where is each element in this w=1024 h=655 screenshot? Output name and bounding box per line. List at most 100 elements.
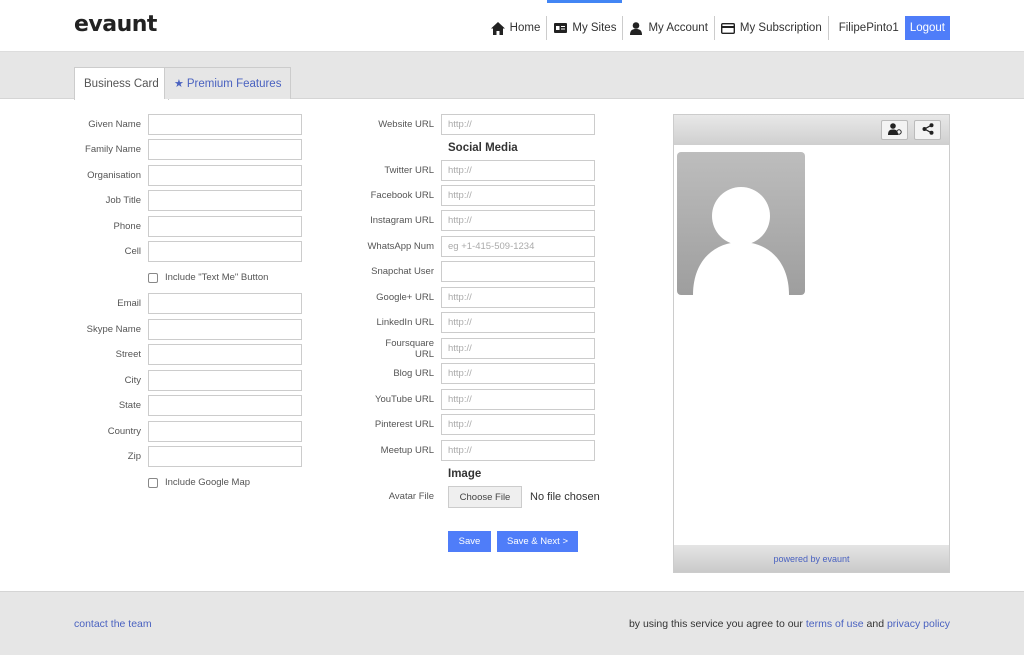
website-row: Website URL http://: [364, 114, 595, 135]
save-button[interactable]: Save: [448, 531, 491, 552]
phone-input[interactable]: [148, 216, 302, 237]
youtube-input[interactable]: http://: [441, 389, 595, 410]
no-file-chosen-text: No file chosen: [530, 491, 600, 503]
zip-row: Zip: [74, 446, 302, 467]
blog-label: Blog URL: [393, 368, 434, 379]
tab-premium-label: Premium Features: [186, 77, 282, 90]
snapchat-input[interactable]: [441, 261, 595, 282]
organisation-input[interactable]: [148, 165, 302, 186]
pinterest-input[interactable]: http://: [441, 414, 595, 435]
family-name-input[interactable]: [148, 139, 302, 160]
snapchat-row: Snapchat User: [364, 261, 595, 282]
blog-input[interactable]: http://: [441, 363, 595, 384]
phone-row: Phone: [74, 216, 302, 237]
terms-of-use-link[interactable]: terms of use: [806, 618, 864, 630]
zip-input[interactable]: [148, 446, 302, 467]
given-name-input[interactable]: [148, 114, 302, 135]
snapchat-label: Snapchat User: [371, 266, 434, 277]
meetup-label: Meetup URL: [380, 445, 434, 456]
email-label: Email: [117, 298, 141, 309]
country-row: Country: [74, 421, 302, 442]
avatar-file-picker: Choose File No file chosen: [448, 486, 600, 508]
tab-premium-features[interactable]: ★ Premium Features: [164, 67, 292, 99]
given-name-label: Given Name: [88, 119, 141, 130]
add-contact-button[interactable]: [881, 120, 908, 140]
logout-button[interactable]: Logout: [904, 16, 950, 40]
nav-home[interactable]: Home: [485, 16, 548, 40]
job-title-row: Job Title: [74, 190, 302, 211]
credit-card-icon: [720, 21, 735, 35]
home-icon: [490, 21, 505, 35]
youtube-label: YouTube URL: [375, 394, 434, 405]
given-name-row: Given Name: [74, 114, 302, 135]
avatar-placeholder: [677, 152, 805, 295]
person-silhouette-icon: [693, 187, 789, 295]
save-next-button[interactable]: Save & Next >: [497, 531, 578, 552]
tab-business-card[interactable]: Business Card: [74, 67, 169, 100]
website-input[interactable]: http://: [441, 114, 595, 135]
state-input[interactable]: [148, 395, 302, 416]
terms-prefix: by using this service you agree to our: [628, 618, 803, 630]
googleplus-label: Google+ URL: [376, 292, 434, 303]
blog-row: Blog URL http://: [364, 363, 595, 384]
meetup-input[interactable]: http://: [441, 440, 595, 461]
whatsapp-row: WhatsApp Num eg +1-415-509-1234: [364, 236, 595, 257]
cell-label: Cell: [124, 246, 141, 257]
cell-row: Cell: [74, 241, 302, 262]
street-label: Street: [115, 349, 141, 360]
country-input[interactable]: [148, 421, 302, 442]
googleplus-input[interactable]: http://: [441, 287, 595, 308]
star-icon: ★: [174, 78, 184, 90]
nav-my-account[interactable]: My Account: [623, 16, 715, 40]
phone-label: Phone: [113, 221, 141, 232]
share-button[interactable]: [914, 120, 941, 140]
nav-my-account-label: My Account: [648, 22, 708, 34]
foursquare-input[interactable]: http://: [441, 338, 595, 359]
nav-my-subscription[interactable]: My Subscription: [715, 16, 829, 40]
google-map-checkbox-row[interactable]: Include Google Map: [148, 477, 250, 488]
email-input[interactable]: [148, 293, 302, 314]
twitter-input[interactable]: http://: [441, 160, 595, 181]
nav-my-sites[interactable]: My Sites: [547, 0, 624, 40]
share-icon: [922, 122, 934, 138]
preview-toolbar: [674, 115, 949, 145]
organisation-row: Organisation: [74, 165, 302, 186]
nav-my-sites-label: My Sites: [572, 22, 617, 34]
privacy-policy-link[interactable]: privacy policy: [887, 618, 950, 630]
skype-input[interactable]: [148, 319, 302, 340]
skype-label: Skype Name: [86, 324, 141, 335]
whatsapp-input[interactable]: eg +1-415-509-1234: [441, 236, 595, 257]
job-title-label: Job Title: [105, 195, 141, 206]
cell-input[interactable]: [148, 241, 302, 262]
skype-row: Skype Name: [74, 319, 302, 340]
family-name-label: Family Name: [85, 144, 141, 155]
facebook-input[interactable]: http://: [441, 185, 595, 206]
googleplus-row: Google+ URL http://: [364, 287, 595, 308]
instagram-label: Instagram URL: [370, 215, 434, 226]
website-label: Website URL: [378, 119, 434, 130]
twitter-row: Twitter URL http://: [364, 160, 595, 181]
instagram-input[interactable]: http://: [441, 210, 595, 231]
text-me-checkbox-row[interactable]: Include "Text Me" Button: [148, 272, 268, 283]
job-title-input[interactable]: [148, 190, 302, 211]
state-row: State: [74, 395, 302, 416]
top-nav: Home My Sites My Account My Subscription…: [485, 0, 950, 40]
logo[interactable]: evaunt: [74, 12, 157, 37]
foursquare-label: Foursquare URL: [385, 337, 434, 360]
linkedin-input[interactable]: http://: [441, 312, 595, 333]
username[interactable]: FilipePinto1: [829, 22, 905, 34]
add-contact-icon: [887, 122, 902, 138]
contact-team-link[interactable]: contact the team: [74, 618, 152, 630]
city-row: City: [74, 370, 302, 391]
text-me-checkbox[interactable]: [148, 272, 158, 283]
google-map-checkbox[interactable]: [148, 477, 158, 488]
street-input[interactable]: [148, 344, 302, 365]
footer-legal: by using this service you agree to our t…: [629, 618, 950, 630]
family-name-row: Family Name: [74, 139, 302, 160]
powered-by-link[interactable]: powered by evaunt: [773, 554, 849, 564]
meetup-row: Meetup URL http://: [364, 440, 595, 461]
email-row: Email: [74, 293, 302, 314]
text-me-label: Include "Text Me" Button: [165, 272, 269, 283]
choose-file-button[interactable]: Choose File: [448, 486, 522, 508]
city-input[interactable]: [148, 370, 302, 391]
